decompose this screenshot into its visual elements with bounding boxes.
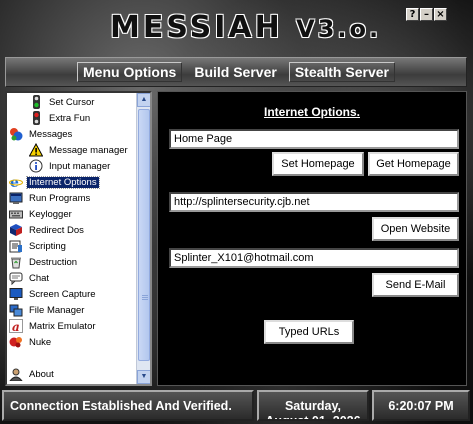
tree-item-input-manager[interactable]: Input manager [29,158,112,174]
tab-menu-options[interactable]: Menu Options [77,62,183,82]
tree-item-about[interactable]: About [8,366,56,382]
tree-item-destruction[interactable]: Destruction [9,254,79,270]
homepage-field[interactable] [169,129,459,149]
tree-item-file-manager[interactable]: File Manager [9,302,86,318]
tree-item-redirect-dos[interactable]: Redirect Dos [9,222,86,238]
set-homepage-button[interactable]: Set Homepage [272,152,364,176]
scrollbar-thumb[interactable] [138,109,150,361]
monitor-icon [9,287,23,301]
tree-item-chat[interactable]: Chat [9,270,51,286]
tree-item-message-manager[interactable]: Message manager [28,142,130,158]
nav-bar: Menu Options Build Server Stealth Server [5,57,467,87]
nuke-icon [9,335,23,349]
svg-text:e: e [10,175,19,189]
options-tree[interactable]: Set Cursor Extra Fun Messages Message ma… [5,91,152,386]
internet-explorer-icon: e [9,175,23,191]
status-time: 6:20:07 PM [372,390,470,421]
tree-item-screen-capture[interactable]: Screen Capture [9,286,98,302]
help-button[interactable]: ? [406,8,419,21]
app-title-logo: MESSIAH V3.o. [110,10,380,50]
book-icon [9,223,23,237]
scripting-icon [9,239,23,253]
tree-item-nuke[interactable]: Nuke [9,334,53,350]
file-manager-icon [9,303,23,317]
internet-options-panel: Internet Options. Set Homepage Get Homep… [157,91,467,386]
options-tree-items: Set Cursor Extra Fun Messages Message ma… [7,93,138,384]
tree-item-run-programs[interactable]: Run Programs [9,190,92,206]
tree-item-matrix-emulator[interactable]: a Matrix Emulator [9,318,98,334]
scroll-down-button[interactable]: ▼ [137,370,150,384]
tree-item-set-cursor[interactable]: Set Cursor [29,94,96,110]
tree-item-internet-options[interactable]: e Internet Options [9,174,100,191]
chat-icon [9,271,23,286]
messages-icon [9,127,23,141]
info-icon [29,159,43,173]
font-icon: a [9,319,23,334]
minimize-button[interactable]: – [420,8,433,21]
about-icon [8,367,24,382]
tab-stealth-server[interactable]: Stealth Server [288,62,395,82]
open-website-button[interactable]: Open Website [372,217,459,241]
app-version: V3.o. [296,15,382,43]
warning-icon [28,142,44,157]
typed-urls-button[interactable]: Typed URLs [264,320,354,344]
tab-build-server[interactable]: Build Server [188,62,282,82]
app-window: MESSIAH V3.o. ? – × Menu Options Build S… [0,0,473,424]
tree-scrollbar[interactable]: ▲ ▼ [136,93,150,384]
send-email-button[interactable]: Send E-Mail [372,273,459,297]
traffic-light-icon [29,95,43,109]
recycle-bin-icon [9,255,23,269]
get-homepage-button[interactable]: Get Homepage [368,152,459,176]
traffic-light-icon [29,111,43,125]
app-title: MESSIAH [110,10,283,45]
website-field[interactable] [169,192,459,212]
tree-item-extra-fun[interactable]: Extra Fun [29,110,92,126]
status-date: Saturday, August 01, 2026 [257,390,369,421]
scroll-up-button[interactable]: ▲ [137,93,150,107]
status-connection: Connection Established And Verified. [2,390,254,421]
close-button[interactable]: × [434,8,447,21]
window-controls: ? – × [406,8,447,21]
panel-title: Internet Options. [264,105,360,119]
tree-item-scripting[interactable]: Scripting [9,238,68,254]
tree-item-keylogger[interactable]: Keylogger [9,206,74,222]
tree-item-messages[interactable]: Messages [9,126,74,142]
keyboard-icon [9,207,23,221]
svg-text:a: a [12,320,20,333]
run-programs-icon [9,191,23,205]
email-field[interactable] [169,248,459,268]
